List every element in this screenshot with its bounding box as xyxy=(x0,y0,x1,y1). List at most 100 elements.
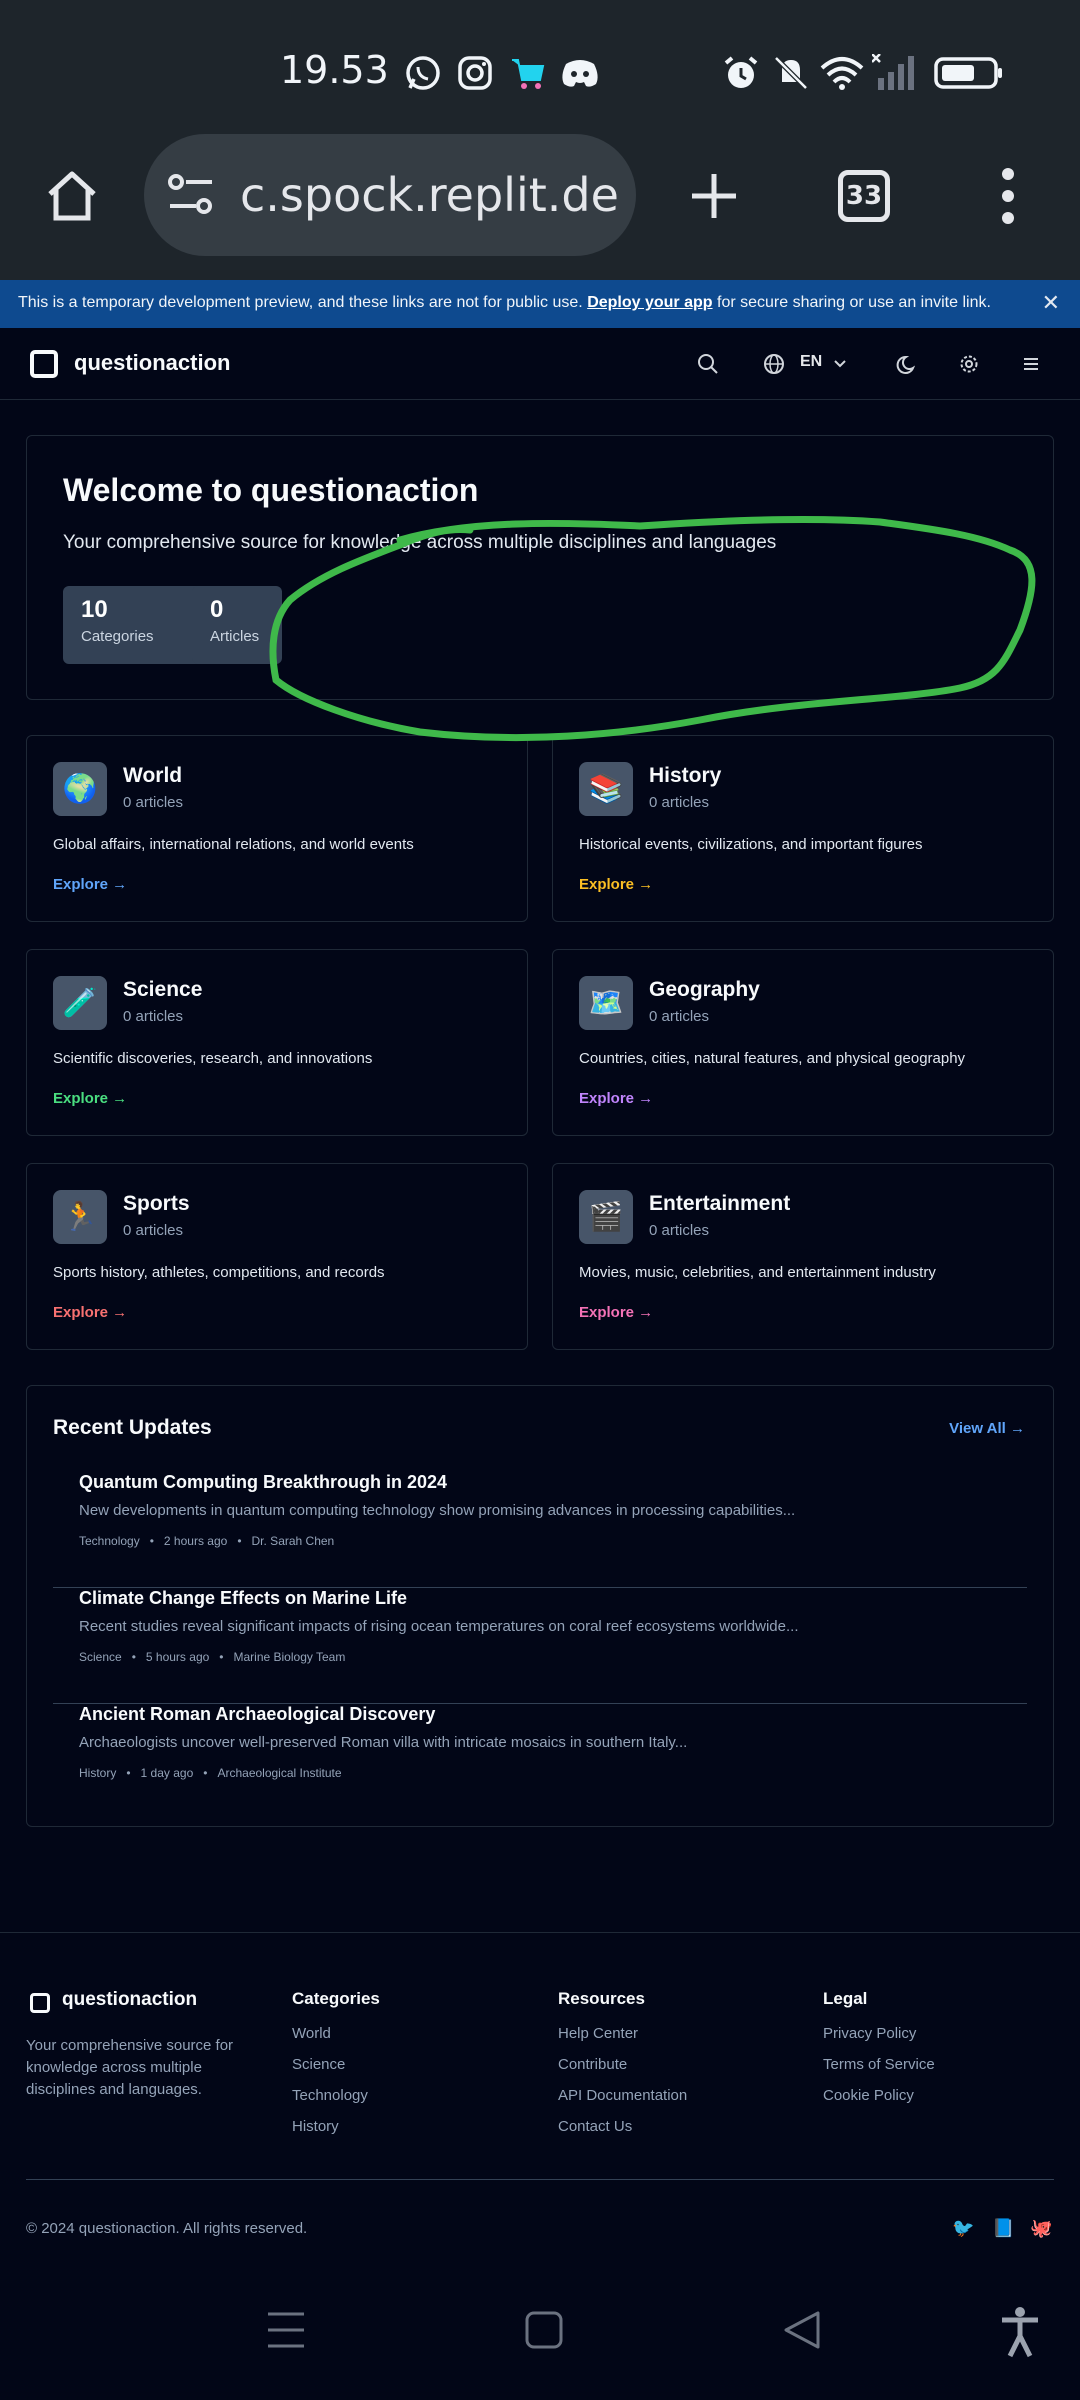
battery-icon xyxy=(934,57,1002,89)
list-item[interactable]: Climate Change Effects on Marine Life Re… xyxy=(53,1588,1027,1704)
list-item[interactable]: Ancient Roman Archaeological Discovery A… xyxy=(53,1704,1027,1820)
article-title[interactable]: Climate Change Effects on Marine Life xyxy=(79,1588,407,1609)
site-settings-icon[interactable] xyxy=(168,174,214,216)
footer-link[interactable]: Cookie Policy xyxy=(823,2087,935,2118)
facebook-icon[interactable]: 📘 xyxy=(992,2218,1014,2239)
gear-icon[interactable] xyxy=(955,350,983,378)
dev-preview-banner: This is a temporary development preview,… xyxy=(0,280,1080,328)
wifi-icon xyxy=(820,57,864,90)
article-title[interactable]: Quantum Computing Breakthrough in 2024 xyxy=(79,1472,447,1493)
category-name: Science xyxy=(123,978,203,1001)
article-excerpt: Recent studies reveal significant impact… xyxy=(79,1618,799,1635)
category-description: Scientific discoveries, research, and in… xyxy=(53,1050,373,1067)
explore-link[interactable]: Explore → xyxy=(53,1090,127,1107)
stat-label: Articles xyxy=(210,628,260,645)
bell-muted-icon xyxy=(774,56,808,90)
footer-brand: questionaction xyxy=(62,1989,198,2010)
category-card-world[interactable]: 🌍 World 0 articles Global affairs, inter… xyxy=(26,735,528,922)
chevron-down-icon[interactable] xyxy=(826,350,854,378)
shopping-cart-icon xyxy=(512,59,545,89)
globe-icon[interactable] xyxy=(760,350,788,378)
category-count: 0 articles xyxy=(123,1222,184,1239)
footer-link[interactable]: Technology xyxy=(292,2087,380,2118)
category-description: Movies, music, celebrities, and entertai… xyxy=(579,1264,936,1281)
home-button-icon[interactable] xyxy=(524,2310,564,2350)
back-icon[interactable] xyxy=(782,2310,822,2350)
recent-apps-icon[interactable] xyxy=(266,2310,306,2350)
category-card-history[interactable]: 📚 History 0 articles Historical events, … xyxy=(552,735,1054,922)
category-card-sports[interactable]: 🏃 Sports 0 articles Sports history, athl… xyxy=(26,1163,528,1350)
map-icon: 🗺️ xyxy=(579,976,633,1030)
view-all-link[interactable]: View All → xyxy=(949,1420,1025,1437)
category-name: Geography xyxy=(649,978,760,1001)
hamburger-menu-icon[interactable] xyxy=(1017,350,1045,378)
search-icon[interactable] xyxy=(694,350,722,378)
explore-link[interactable]: Explore → xyxy=(579,1090,653,1107)
accessibility-icon[interactable] xyxy=(998,2306,1042,2358)
category-count: 0 articles xyxy=(649,1008,710,1025)
logo-icon xyxy=(30,1993,50,2013)
new-tab-icon[interactable] xyxy=(688,170,740,222)
explore-link[interactable]: Explore → xyxy=(53,1304,127,1321)
article-author: Marine Biology Team xyxy=(233,1650,346,1664)
stat-value: 10 xyxy=(81,596,108,623)
footer-column-resources: Resources Help Center Contribute API Doc… xyxy=(558,1989,687,2149)
url-text[interactable]: c.spock.replit.dev xyxy=(240,168,620,222)
footer-link[interactable]: Privacy Policy xyxy=(823,2025,935,2056)
whatsapp-icon xyxy=(406,56,440,90)
footer-link[interactable]: API Documentation xyxy=(558,2087,687,2118)
footer-link[interactable]: Help Center xyxy=(558,2025,687,2056)
brand-name[interactable]: questionaction xyxy=(74,350,230,376)
deploy-app-link[interactable]: Deploy your app xyxy=(587,294,712,311)
footer-link[interactable]: History xyxy=(292,2118,380,2149)
category-card-geography[interactable]: 🗺️ Geography 0 articles Countries, citie… xyxy=(552,949,1054,1136)
system-navigation-bar xyxy=(0,2280,1080,2400)
instagram-icon xyxy=(458,56,492,90)
footer-column-legal: Legal Privacy Policy Terms of Service Co… xyxy=(823,1989,935,2118)
category-count: 0 articles xyxy=(123,794,184,811)
home-icon[interactable] xyxy=(44,168,100,224)
close-icon[interactable]: ✕ xyxy=(1042,290,1060,316)
footer-column-title: Categories xyxy=(292,1989,380,2008)
footer-link[interactable]: Science xyxy=(292,2056,380,2087)
explore-link[interactable]: Explore → xyxy=(579,876,653,893)
footer-link[interactable]: Contact Us xyxy=(558,2118,687,2149)
category-name: History xyxy=(649,764,722,787)
footer-column-title: Resources xyxy=(558,1989,645,2008)
article-category: Technology xyxy=(79,1534,140,1548)
footer-link[interactable]: Contribute xyxy=(558,2056,687,2087)
article-title[interactable]: Ancient Roman Archaeological Discovery xyxy=(79,1704,435,1725)
runner-icon: 🏃 xyxy=(53,1190,107,1244)
category-card-entertainment[interactable]: 🎬 Entertainment 0 articles Movies, music… xyxy=(552,1163,1054,1350)
clapperboard-icon: 🎬 xyxy=(579,1190,633,1244)
category-description: Global affairs, international relations,… xyxy=(53,836,414,853)
language-selector[interactable]: EN xyxy=(800,353,822,371)
article-author: Archaeological Institute xyxy=(217,1766,342,1780)
category-card-science[interactable]: 🧪 Science 0 articles Scientific discover… xyxy=(26,949,528,1136)
category-count: 0 articles xyxy=(649,794,710,811)
banner-text: This is a temporary development preview,… xyxy=(18,294,588,311)
footer-link[interactable]: Terms of Service xyxy=(823,2056,935,2087)
article-author: Dr. Sarah Chen xyxy=(251,1534,335,1548)
more-menu-icon[interactable] xyxy=(996,166,1020,226)
moon-icon[interactable] xyxy=(894,350,922,378)
category-count: 0 articles xyxy=(123,1008,184,1025)
footer-column-title: Legal xyxy=(823,1989,868,2008)
banner-text-after: for secure sharing or use an invite link… xyxy=(712,294,991,311)
recent-updates-card: Recent Updates View All → Quantum Comput… xyxy=(26,1385,1054,1827)
tab-switcher-button[interactable]: 33 xyxy=(838,170,890,222)
github-icon[interactable]: 🐙 xyxy=(1030,2218,1052,2239)
article-category: Science xyxy=(79,1650,122,1664)
globe-emoji-icon: 🌍 xyxy=(53,762,107,816)
books-icon: 📚 xyxy=(579,762,633,816)
logo-icon[interactable] xyxy=(30,350,58,378)
footer-link[interactable]: World xyxy=(292,2025,380,2056)
list-item[interactable]: Quantum Computing Breakthrough in 2024 N… xyxy=(53,1472,1027,1588)
stat-articles: 0 Articles xyxy=(192,586,282,664)
stat-value: 0 xyxy=(210,596,224,623)
twitter-icon[interactable]: 🐦 xyxy=(952,2218,974,2239)
article-excerpt: New developments in quantum computing te… xyxy=(79,1502,796,1519)
explore-link[interactable]: Explore → xyxy=(579,1304,653,1321)
footer-description: Your comprehensive source for knowledge … xyxy=(26,2037,234,2098)
explore-link[interactable]: Explore → xyxy=(53,876,127,893)
